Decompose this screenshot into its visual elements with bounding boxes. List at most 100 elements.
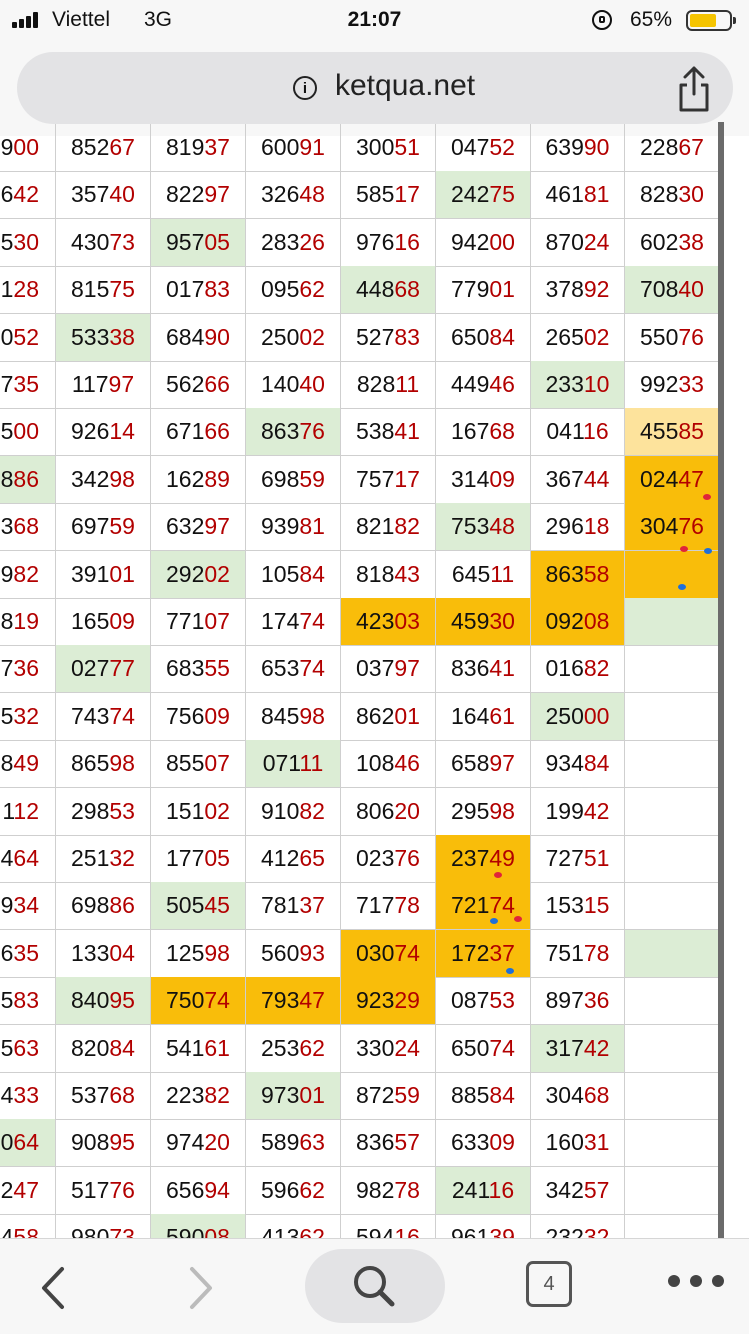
more-icon[interactable] — [668, 1275, 728, 1289]
number-prefix: 806 — [356, 797, 395, 824]
number-prefix: 633 — [451, 1129, 490, 1156]
row-label-cell: 064 — [0, 1119, 56, 1168]
result-cell: 69759 — [56, 503, 151, 552]
number-prefix: 819 — [166, 134, 205, 160]
result-cell: 93981 — [246, 503, 341, 552]
result-cell: 30051 — [341, 124, 436, 172]
number-prefix: 172 — [451, 939, 490, 966]
result-cell: 84095 — [56, 977, 151, 1026]
result-cell: 15315 — [531, 882, 625, 931]
result-cell: 58517 — [341, 171, 436, 220]
battery-icon — [686, 10, 736, 31]
number-prefix: 087 — [451, 987, 490, 1014]
address-bar[interactable]: i ketqua.net — [17, 52, 733, 124]
number-prefix: 756 — [166, 702, 205, 729]
number-prefix: 449 — [451, 371, 490, 397]
number-suffix: 97 — [204, 181, 230, 208]
result-cell: 67166 — [151, 408, 246, 457]
number-prefix: 1 — [0, 276, 14, 303]
number-prefix: 910 — [261, 797, 300, 824]
result-cell: 36744 — [531, 455, 625, 504]
number-suffix: 77 — [109, 655, 135, 682]
number-prefix: 140 — [261, 371, 300, 397]
number-suffix: 01 — [109, 560, 135, 587]
result-cell: 46181 — [531, 171, 625, 220]
number-prefix: 167 — [451, 418, 490, 445]
result-cell: 13304 — [56, 929, 151, 978]
result-cell: 17705 — [151, 835, 246, 883]
number-prefix: 295 — [451, 797, 490, 824]
number-suffix: 48 — [299, 181, 325, 208]
number-prefix: 957 — [166, 228, 205, 255]
result-cell: 29853 — [56, 787, 151, 836]
result-cell: 86358 — [531, 550, 625, 599]
result-cell: 45930 — [436, 598, 531, 646]
result-cell: 01682 — [531, 645, 625, 694]
number-suffix: 74 — [299, 655, 325, 682]
back-icon[interactable] — [34, 1263, 74, 1313]
result-cell: 75178 — [531, 929, 625, 978]
number-suffix: 64 — [13, 1129, 39, 1156]
number-suffix: 01 — [394, 702, 420, 729]
number-prefix: 151 — [166, 797, 205, 824]
result-cell: 63297 — [151, 503, 246, 552]
tabs-button[interactable]: 4 — [526, 1261, 572, 1307]
scrollbar[interactable] — [718, 122, 724, 1238]
number-prefix: 330 — [356, 1034, 395, 1061]
result-cell: 04116 — [531, 408, 625, 457]
number-prefix: 391 — [71, 560, 110, 587]
result-cell: 28326 — [246, 218, 341, 267]
search-button[interactable] — [305, 1249, 445, 1323]
number-suffix: 17 — [394, 465, 420, 492]
number-prefix: 133 — [71, 939, 110, 966]
result-cell: 43073 — [56, 218, 151, 267]
number-suffix: 26 — [299, 228, 325, 255]
number-suffix: 98 — [109, 465, 135, 492]
number-prefix: 041 — [546, 418, 584, 445]
number-prefix: 242 — [451, 181, 490, 208]
result-cell: 53768 — [56, 1072, 151, 1120]
forward-icon[interactable] — [180, 1263, 220, 1313]
number-prefix: 6 — [0, 939, 14, 966]
number-prefix: 753 — [451, 513, 490, 540]
info-icon[interactable]: i — [293, 76, 317, 100]
number-prefix: 5 — [0, 1034, 14, 1061]
number-suffix: 12 — [13, 797, 39, 824]
number-suffix: 57 — [394, 1129, 420, 1156]
search-icon — [354, 1266, 395, 1307]
number-prefix: 684 — [166, 323, 205, 350]
result-cell — [625, 1024, 720, 1073]
number-prefix: 585 — [356, 181, 395, 208]
number-suffix: 00 — [13, 134, 39, 160]
result-cell — [625, 740, 720, 789]
result-cell: 86376 — [246, 408, 341, 457]
number-prefix: 342 — [545, 1176, 584, 1203]
number-suffix: 83 — [13, 987, 39, 1014]
number-prefix: 9 — [0, 560, 14, 587]
number-suffix: 18 — [583, 513, 610, 540]
number-prefix: 671 — [166, 418, 205, 445]
row-label-cell: 500 — [0, 408, 56, 457]
number-prefix: 602 — [640, 228, 679, 255]
number-suffix: 05 — [204, 845, 230, 871]
number-prefix: 750 — [166, 987, 205, 1014]
number-prefix: 743 — [71, 702, 110, 729]
share-icon[interactable] — [673, 64, 715, 114]
number-prefix: 105 — [261, 560, 300, 587]
number-suffix: 43 — [394, 560, 420, 587]
result-cell: 16768 — [436, 408, 531, 457]
number-prefix: 455 — [640, 418, 679, 445]
result-cell: 69859 — [246, 455, 341, 504]
number-prefix: 5 — [0, 228, 14, 255]
number-suffix: 86 — [109, 892, 135, 919]
marker-dot — [680, 546, 688, 552]
result-cell: 01783 — [151, 266, 246, 315]
number-prefix: 653 — [261, 655, 300, 682]
number-prefix: 855 — [166, 750, 205, 777]
number-prefix: 153 — [545, 892, 584, 919]
row-label-cell: 819 — [0, 598, 56, 646]
number-prefix: 265 — [545, 323, 584, 350]
result-cell: 85267 — [56, 124, 151, 172]
url-domain[interactable]: ketqua.net — [335, 69, 475, 103]
number-suffix: 97 — [489, 750, 515, 777]
